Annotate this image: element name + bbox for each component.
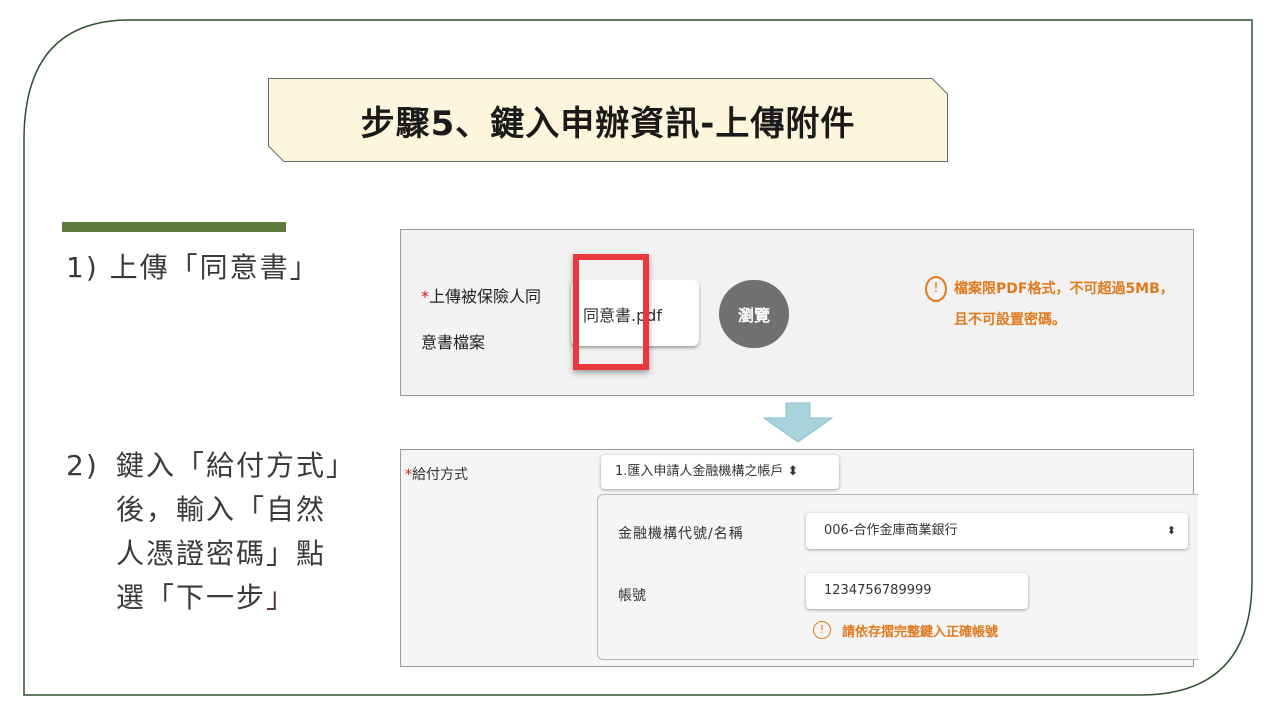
warning-icon: ! [925, 276, 947, 302]
required-mark: * [421, 287, 429, 306]
account-label: 帳號 [618, 588, 646, 604]
warning-icon: ! [813, 621, 831, 639]
step-2-line-1: 2) 鍵入「給付方式」 [66, 444, 356, 488]
bank-label: 金融機構代號/名稱 [618, 526, 744, 542]
step-2-number: 2) [66, 449, 99, 482]
accent-bar [62, 222, 286, 232]
step-2-line-4-text: 選「下一步 [116, 581, 267, 614]
required-mark: * [405, 467, 412, 483]
upload-panel: *上傳被保險人同意書檔案 同意書.pdf 瀏覽 ! 檔案限PDF格式，不可超過5… [400, 229, 1194, 396]
bank-select-value: 006-合作金庫商業銀行 [824, 523, 958, 538]
bank-select[interactable]: 006-合作金庫商業銀行 ⬍ [806, 513, 1188, 549]
step-1-text: 1) 上傳「同意書」 [66, 251, 320, 284]
step-2-line-4-bracket: 」 [266, 581, 297, 614]
slide-title: 步驟5、鍵入申辦資訊-上傳附件 [360, 103, 856, 144]
upload-warning-text: 檔案限PDF格式，不可超過5MB，且不可設置密碼。 [954, 281, 1174, 328]
payment-panel: *給付方式 1.匯入申請人金融機構之帳戶 ⬍ 金融機構代號/名稱 006-合作金… [400, 449, 1198, 667]
browse-button[interactable]: 瀏覽 [719, 280, 789, 348]
arrow-down-icon [762, 402, 834, 443]
step-2-line-1-text: 鍵入「給付方式」 [116, 449, 357, 482]
step-2-text: 2) 鍵入「給付方式」 後，輸入「自然 人憑證密碼」點 選「下一步」 [66, 444, 356, 620]
bank-details-panel: 金融機構代號/名稱 006-合作金庫商業銀行 ⬍ 帳號 1234756789999… [597, 494, 1198, 660]
step-2-line-3: 人憑證密碼」點 [116, 537, 327, 570]
payment-method-label: *給付方式 [405, 464, 468, 484]
account-warning-text: 請依存摺完整鍵入正確帳號 [842, 625, 999, 640]
upload-label: *上傳被保險人同意書檔案 [421, 274, 551, 366]
select-caret-icon: ⬍ [1166, 524, 1176, 537]
highlight-box [573, 254, 649, 370]
account-input[interactable]: 1234756789999 [806, 573, 1028, 609]
payment-method-select[interactable]: 1.匯入申請人金融機構之帳戶 ⬍ [601, 455, 839, 489]
payment-method-label-text: 給付方式 [412, 467, 468, 483]
upload-label-text: 上傳被保險人同意書檔案 [421, 287, 542, 352]
step-2-line-4: 選「下一步」 [66, 576, 356, 620]
step-2-line-2: 後，輸入「自然 [116, 493, 327, 526]
